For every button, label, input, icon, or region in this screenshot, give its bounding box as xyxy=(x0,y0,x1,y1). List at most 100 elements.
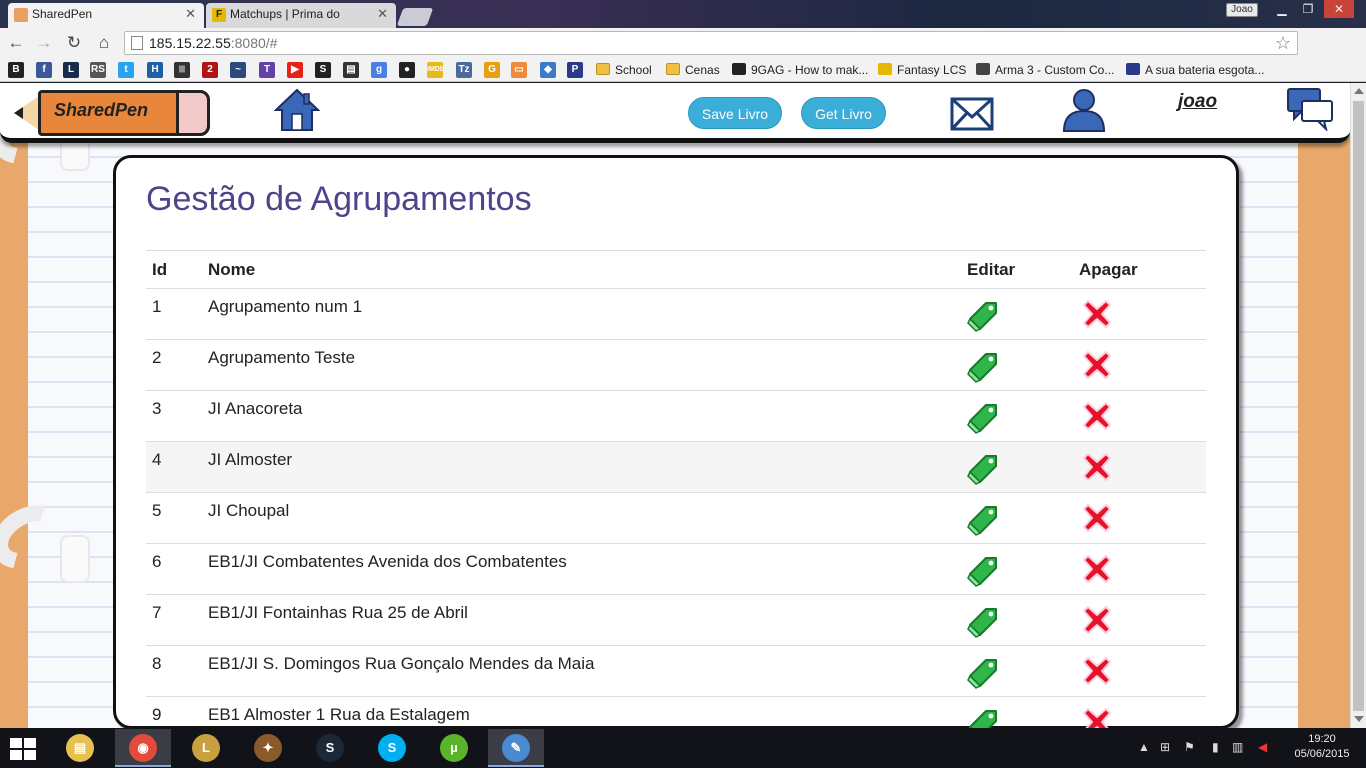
bookmark-link[interactable]: 9GAG - How to mak... xyxy=(732,62,868,78)
edit-tag-icon[interactable] xyxy=(966,450,1000,491)
twitter-icon[interactable]: t xyxy=(118,62,134,78)
youtube-icon[interactable]: ▶ xyxy=(287,62,303,78)
vertical-scrollbar[interactable] xyxy=(1350,83,1366,728)
google-icon[interactable]: g xyxy=(371,62,387,78)
edit-tag-icon[interactable] xyxy=(966,399,1000,440)
table-row: 9 EB1 Almoster 1 Rua da Estalagem xyxy=(146,696,1206,728)
edit-tag-icon[interactable] xyxy=(966,501,1000,542)
taskbar-paint[interactable]: ✎ xyxy=(488,729,544,767)
bookmark-link[interactable]: Cenas xyxy=(666,62,720,78)
taskbar-utorrent[interactable]: µ xyxy=(426,729,482,767)
minimize-icon[interactable]: ▁ xyxy=(1270,0,1294,18)
row-nome: EB1 Almoster 1 Rua da Estalagem xyxy=(208,705,470,724)
blogger-icon[interactable]: B xyxy=(8,62,24,78)
sharedpen-favicon xyxy=(14,8,28,22)
bookmark-link[interactable]: Fantasy LCS xyxy=(878,62,966,78)
profile-badge[interactable]: Joao xyxy=(1226,3,1258,17)
taskbar-steam[interactable]: S xyxy=(302,729,358,767)
delete-x-icon[interactable] xyxy=(1080,348,1114,387)
forward-arrow-icon[interactable]: → xyxy=(34,33,54,53)
save-livro-button[interactable]: Save Livro xyxy=(688,97,782,129)
shield-icon[interactable]: ◆ xyxy=(540,62,556,78)
taskbar-hearthstone[interactable]: ✦ xyxy=(240,729,296,767)
g-yellow-icon[interactable]: G xyxy=(484,62,500,78)
edit-tag-icon[interactable] xyxy=(966,654,1000,695)
leaf-icon[interactable]: ~ xyxy=(230,62,246,78)
delete-x-icon[interactable] xyxy=(1080,603,1114,642)
new-tab-button[interactable] xyxy=(396,8,434,26)
taskbar-league-of-legends[interactable]: L xyxy=(178,729,234,767)
scroll-up-arrow-icon[interactable] xyxy=(1354,88,1364,94)
battery-icon[interactable]: ▮ xyxy=(1212,740,1219,754)
sharedpen-logo[interactable]: SharedPen xyxy=(14,90,210,136)
address-bar[interactable]: 185.15.22.55:8080/# ☆ xyxy=(124,31,1298,55)
s-icon[interactable]: S xyxy=(315,62,331,78)
action-center-flag-icon[interactable]: ⚑ xyxy=(1184,740,1195,754)
scroll-thumb[interactable] xyxy=(1353,101,1364,711)
network-icon[interactable]: ▥ xyxy=(1232,740,1243,754)
taskbar-file-explorer[interactable]: ▤ xyxy=(52,729,108,767)
fantasy-favicon: F xyxy=(212,8,226,22)
tab-matchups[interactable]: F Matchups | Prima do Umb ✕ xyxy=(206,3,396,43)
scroll-down-arrow-icon[interactable] xyxy=(1354,716,1364,722)
row-nome: JI Choupal xyxy=(208,501,290,520)
file-explorer-icon: ▤ xyxy=(66,734,94,762)
bookmark-star-icon[interactable]: ☆ xyxy=(1275,32,1291,54)
user-icon[interactable] xyxy=(1060,87,1108,133)
bookmark-label: Fantasy LCS xyxy=(897,63,967,77)
title-bar: SharedPen ✕ F Matchups | Prima do Umb ✕ … xyxy=(0,0,1366,43)
content-card: Gestão de Agrupamentos Id Nome Editar Ap… xyxy=(113,155,1239,728)
twitch-icon[interactable]: T xyxy=(259,62,275,78)
chat-icon[interactable] xyxy=(1286,87,1334,131)
home-icon[interactable] xyxy=(274,88,320,132)
table-row: 3 JI Anacoreta xyxy=(146,390,1206,441)
tray-windows-icon[interactable]: ⊞ xyxy=(1160,740,1170,754)
imdb-icon[interactable]: IMDb xyxy=(427,62,444,78)
tab-sharedpen[interactable]: SharedPen ✕ xyxy=(8,3,204,28)
edit-tag-icon[interactable] xyxy=(966,603,1000,644)
delete-x-icon[interactable] xyxy=(1080,450,1114,489)
close-tab-icon[interactable]: ✕ xyxy=(377,3,388,25)
home-browser-icon[interactable]: ⌂ xyxy=(94,33,114,53)
facebook-icon[interactable]: f xyxy=(36,62,52,78)
volume-muted-icon[interactable]: ◀ xyxy=(1258,740,1267,754)
delete-x-icon[interactable] xyxy=(1080,705,1114,728)
close-window-icon[interactable]: ✕ xyxy=(1324,0,1354,18)
tray-expand-icon[interactable]: ▲ xyxy=(1138,740,1150,754)
delete-x-icon[interactable] xyxy=(1080,399,1114,438)
record-icon[interactable]: ● xyxy=(399,62,415,78)
p-icon[interactable]: P xyxy=(567,62,583,78)
username-link[interactable]: joao xyxy=(1178,91,1217,113)
reload-icon[interactable]: ↻ xyxy=(64,33,84,53)
delete-x-icon[interactable] xyxy=(1080,654,1114,693)
rs-icon[interactable]: RS xyxy=(90,62,106,78)
mail-icon[interactable] xyxy=(950,97,994,131)
get-livro-button[interactable]: Get Livro xyxy=(801,97,886,129)
bookmark-link[interactable]: School xyxy=(596,62,652,78)
bars-icon[interactable]: ||| xyxy=(174,62,190,78)
windows-start-icon[interactable] xyxy=(10,738,36,760)
tz-icon[interactable]: Tz xyxy=(456,62,472,78)
l-icon[interactable]: L xyxy=(63,62,79,78)
taskbar-chrome[interactable]: ◉ xyxy=(115,729,171,767)
bookmark-link[interactable]: Arma 3 - Custom Co... xyxy=(976,62,1114,78)
hearthstone-icon: ✦ xyxy=(254,734,282,762)
back-arrow-icon[interactable]: ← xyxy=(6,33,26,53)
two-icon[interactable]: 2 xyxy=(202,62,218,78)
edit-tag-icon[interactable] xyxy=(966,705,1000,728)
print-icon[interactable]: ▤ xyxy=(343,62,359,78)
restore-icon[interactable]: ❐ xyxy=(1296,0,1320,18)
edit-tag-icon[interactable] xyxy=(966,297,1000,338)
h-icon[interactable]: H xyxy=(147,62,163,78)
delete-x-icon[interactable] xyxy=(1080,552,1114,591)
taskbar-skype[interactable]: S xyxy=(364,729,420,767)
close-tab-icon[interactable]: ✕ xyxy=(185,3,196,25)
delete-x-icon[interactable] xyxy=(1080,297,1114,336)
system-clock[interactable]: 19:20 05/06/2015 xyxy=(1290,732,1354,762)
chat-bubble-icon[interactable]: ▭ xyxy=(511,62,527,78)
edit-tag-icon[interactable] xyxy=(966,348,1000,389)
bookmark-link[interactable]: A sua bateria esgota... xyxy=(1126,62,1264,78)
edit-tag-icon[interactable] xyxy=(966,552,1000,593)
delete-x-icon[interactable] xyxy=(1080,501,1114,540)
row-id: 2 xyxy=(152,348,162,367)
